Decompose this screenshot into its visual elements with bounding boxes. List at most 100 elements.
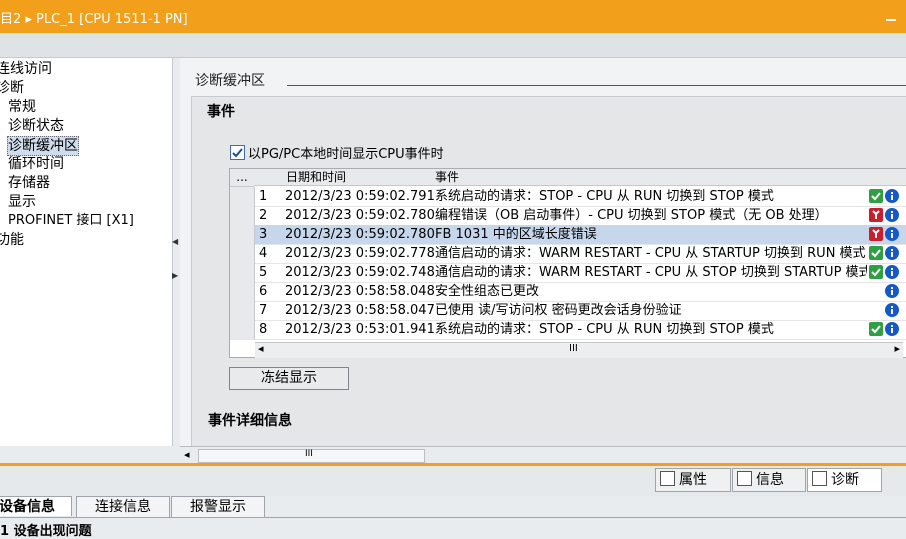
row-event: 安全性组态已更改 (435, 284, 540, 299)
table-row[interactable]: 4 2012/3/23 0:59:02.778 通信启动的请求：WARM RESTA… (230, 244, 906, 264)
left-navigation: 连线访问 诊断 常规 诊断状态 诊断缓冲区 循环时间 存储器 显示 PROFIN… (0, 58, 173, 446)
info-icon (885, 284, 899, 298)
info-icon (885, 189, 899, 203)
ok-check-icon (869, 189, 883, 203)
title-bar: 目2 ▸ PLC_1 [CPU 1511-1 PN] (0, 0, 906, 33)
info-icon (885, 265, 899, 279)
tab-label: 信息 (756, 472, 784, 488)
tab-device-info[interactable]: 设备信息 (0, 496, 72, 516)
info-icon (885, 208, 899, 222)
row-handle[interactable] (230, 206, 255, 225)
table-row[interactable]: 7 2012/3/23 0:58:58.047 已使用 读/写访问权 密码更改会话身… (230, 301, 906, 321)
tab-connection-info[interactable]: 连接信息 (76, 496, 170, 518)
row-handle[interactable] (230, 187, 255, 206)
error-wrench-icon (869, 227, 883, 241)
row-number: 6 (259, 284, 268, 299)
row-handle[interactable] (230, 282, 255, 301)
row-handle[interactable] (230, 244, 255, 263)
nav-item-profinet-interface[interactable]: PROFINET 接口 [X1] (8, 212, 134, 230)
row-number: 4 (259, 246, 268, 261)
info-icon (885, 322, 899, 336)
tab-label: 诊断 (831, 472, 859, 488)
diagnostics-icon (812, 471, 827, 486)
row-handle[interactable] (230, 301, 255, 320)
scroll-left-icon[interactable]: ◂ (258, 342, 264, 355)
section-divider (287, 85, 906, 86)
table-row[interactable]: 5 2012/3/23 0:59:02.748 通信启动的请求：WARM RESTA… (230, 263, 906, 283)
info-icon (885, 227, 899, 241)
tab-alarm-display[interactable]: 报警显示 (171, 496, 265, 518)
column-header-datetime[interactable]: 日期和时间 (254, 169, 430, 186)
minimize-icon[interactable] (884, 9, 898, 23)
nav-item-functions[interactable]: 功能 (0, 231, 24, 249)
row-handle[interactable] (230, 263, 255, 282)
panel-horizontal-scrollbar[interactable]: ◂ III (180, 446, 906, 464)
tab-diagnostics[interactable]: 诊断 (807, 468, 882, 492)
row-datetime: 2012/3/23 0:59:02.778 (285, 246, 435, 261)
scroll-thumb[interactable]: III (198, 449, 425, 463)
row-event: 系统启动的请求：STOP - CPU 从 RUN 切换到 STOP 模式 (435, 322, 774, 337)
tab-properties[interactable]: 属性 (655, 468, 731, 492)
row-number: 5 (259, 265, 268, 280)
events-heading: 事件 (207, 104, 235, 120)
window-title: 目2 ▸ PLC_1 [CPU 1511-1 PN] (0, 12, 188, 27)
row-event: 通信启动的请求：WARM RESTART - CPU 从 STARTUP 切换到… (435, 246, 866, 261)
row-handle[interactable] (230, 320, 255, 339)
row-event: 编程错误（OB 启动事件）- CPU 切换到 STOP 模式（无 OB 处理） (435, 208, 828, 223)
nav-item-diagnostic-status[interactable]: 诊断状态 (8, 117, 64, 135)
nav-item-display[interactable]: 显示 (8, 193, 36, 211)
events-table: ... 日期和时间 事件 1 2012/3/23 0:59:02.791 系统启动的… (229, 168, 906, 358)
scroll-right-icon[interactable]: ▸ (894, 342, 900, 355)
row-event: 通信启动的请求：WARM RESTART - CPU 从 STOP 切换到 ST… (435, 265, 867, 280)
expand-right-icon[interactable]: ▶ (172, 272, 179, 280)
row-datetime: 2012/3/23 0:58:58.048 (285, 284, 435, 299)
toolbar-strip (0, 33, 906, 58)
row-datetime: 2012/3/23 0:53:01.941 (285, 322, 435, 337)
table-row[interactable]: 8 2012/3/23 0:53:01.941 系统启动的请求：STOP - CPU… (230, 320, 906, 340)
nav-item-memory[interactable]: 存储器 (8, 174, 50, 192)
checkmark-icon (232, 148, 243, 158)
row-event: 系统启动的请求：STOP - CPU 从 RUN 切换到 STOP 模式 (435, 189, 774, 204)
ok-check-icon (869, 322, 883, 336)
row-datetime: 2012/3/23 0:59:02.780 (285, 208, 435, 223)
table-horizontal-scrollbar[interactable]: ◂ III ▸ (255, 342, 903, 358)
column-header-row-handle[interactable]: ... (230, 169, 254, 187)
row-number: 3 (259, 227, 268, 242)
row-number: 8 (259, 322, 268, 337)
nav-item-cycle-time[interactable]: 循环时间 (8, 155, 64, 173)
table-row[interactable]: 2 2012/3/23 0:59:02.780 编程错误（OB 启动事件）- CPU… (230, 206, 906, 226)
nav-splitter[interactable] (172, 58, 180, 446)
table-row[interactable]: 1 2012/3/23 0:59:02.791 系统启动的请求：STOP - CPU… (230, 187, 906, 207)
table-row[interactable]: 3 2012/3/23 0:59:02.780 FB 1031 中的区域长度错误 (230, 225, 906, 245)
row-handle[interactable] (230, 225, 255, 244)
freeze-display-button[interactable]: 冻结显示 (229, 367, 349, 390)
row-number: 1 (259, 189, 268, 204)
scroll-thumb-grip[interactable]: III (569, 343, 578, 354)
info-icon (885, 246, 899, 260)
local-time-checkbox-label: 以PG/PC本地时间显示CPU事件时 (248, 147, 444, 162)
local-time-checkbox[interactable] (230, 145, 245, 160)
info-icon (737, 471, 752, 486)
table-row[interactable]: 6 2012/3/23 0:58:58.048 安全性组态已更改 (230, 282, 906, 302)
nav-item-diagnostic-buffer[interactable]: 诊断缓冲区 (7, 136, 79, 156)
device-problem-text: 1 设备出现问题 (0, 524, 92, 539)
tab-divider (0, 517, 906, 518)
column-header-event[interactable]: 事件 (430, 169, 906, 186)
ok-check-icon (869, 265, 883, 279)
properties-icon (660, 471, 675, 486)
scroll-thumb-grip: III (305, 449, 313, 459)
tab-info[interactable]: 信息 (732, 468, 806, 492)
scroll-left-icon[interactable]: ◂ (184, 448, 190, 461)
row-event: FB 1031 中的区域长度错误 (435, 227, 597, 242)
event-details-heading: 事件详细信息 (208, 413, 292, 429)
row-datetime: 2012/3/23 0:59:02.780 (285, 227, 435, 242)
ok-check-icon (869, 246, 883, 260)
row-datetime: 2012/3/23 0:58:58.047 (285, 303, 435, 318)
nav-item-online-access[interactable]: 连线访问 (0, 60, 52, 78)
row-event: 已使用 读/写访问权 密码更改会话身份验证 (435, 303, 682, 318)
row-number: 2 (259, 208, 268, 223)
nav-item-diagnostics[interactable]: 诊断 (0, 79, 24, 97)
nav-item-general[interactable]: 常规 (8, 98, 36, 116)
error-wrench-icon (869, 208, 883, 222)
collapse-left-icon[interactable]: ◀ (172, 238, 179, 246)
